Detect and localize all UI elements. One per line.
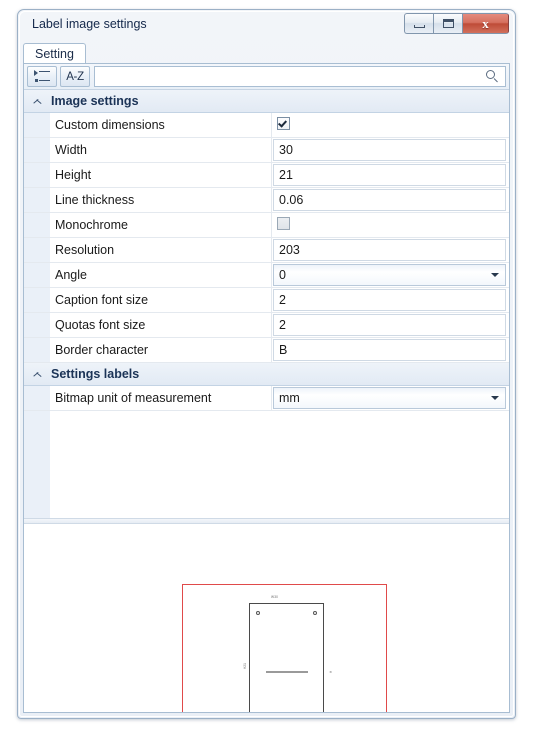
caption-font-size-input[interactable]: 2 — [273, 289, 506, 311]
monochrome-checkbox[interactable] — [277, 217, 290, 230]
property-value[interactable]: mm — [273, 387, 506, 409]
property-row-monochrome[interactable]: Monochrome — [24, 213, 509, 238]
custom-dimensions-checkbox[interactable] — [277, 117, 290, 130]
property-row-angle[interactable]: Angle 0 — [24, 263, 509, 288]
window-controls: x — [404, 13, 509, 34]
property-row-height[interactable]: Height 21 — [24, 163, 509, 188]
property-row-border-character[interactable]: Border character B — [24, 338, 509, 363]
property-value[interactable]: 2 — [273, 289, 506, 311]
row-gutter — [24, 338, 50, 362]
group-header-image-settings[interactable]: Image settings — [24, 90, 509, 113]
property-value[interactable] — [273, 214, 506, 236]
property-row-width[interactable]: Width 30 — [24, 138, 509, 163]
window-title: Label image settings — [32, 17, 147, 31]
property-value[interactable]: 2 — [273, 314, 506, 336]
preview-dimension-top: W30 — [271, 595, 279, 599]
search-input[interactable] — [99, 67, 483, 88]
search-box[interactable] — [94, 66, 506, 88]
row-gutter — [24, 313, 50, 337]
property-name: Width — [50, 138, 272, 162]
preview-hole-icon — [313, 611, 317, 615]
close-icon: x — [482, 16, 489, 31]
property-value[interactable]: 0.06 — [273, 189, 506, 211]
tab-strip: Setting — [23, 42, 510, 64]
row-gutter — [24, 138, 50, 162]
close-button[interactable]: x — [462, 13, 509, 34]
label-image-settings-window: Label image settings x Setting A-Z Image… — [17, 9, 516, 719]
client-area: A-Z Image settings Custom dimensions Wid… — [23, 63, 510, 713]
categorized-icon — [34, 70, 50, 82]
property-row-custom-dimensions[interactable]: Custom dimensions — [24, 113, 509, 138]
resolution-input[interactable]: 203 — [273, 239, 506, 261]
preview-dimension-right: H — [329, 670, 333, 673]
quotas-font-size-input[interactable]: 2 — [273, 314, 506, 336]
property-value[interactable]: B — [273, 339, 506, 361]
preview-center-line — [266, 671, 308, 673]
chevron-up-icon — [33, 99, 41, 104]
property-value[interactable] — [273, 114, 506, 136]
line-thickness-input[interactable]: 0.06 — [273, 189, 506, 211]
row-gutter — [24, 188, 50, 212]
width-input[interactable]: 30 — [273, 139, 506, 161]
property-value[interactable]: 0 — [273, 264, 506, 286]
row-gutter — [24, 213, 50, 237]
row-gutter — [24, 163, 50, 187]
tab-setting[interactable]: Setting — [23, 43, 86, 64]
property-row-resolution[interactable]: Resolution 203 — [24, 238, 509, 263]
property-value[interactable]: 203 — [273, 239, 506, 261]
row-gutter — [24, 238, 50, 262]
property-row-line-thickness[interactable]: Line thickness 0.06 — [24, 188, 509, 213]
border-character-input[interactable]: B — [273, 339, 506, 361]
preview-hole-icon — [256, 611, 260, 615]
angle-dropdown[interactable]: 0 — [273, 264, 506, 286]
property-name: Bitmap unit of measurement — [50, 386, 272, 410]
alphabetical-sort-button[interactable]: A-Z — [60, 66, 90, 87]
property-name: Quotas font size — [50, 313, 272, 337]
minimize-button[interactable] — [404, 13, 433, 34]
property-row-caption-font-size[interactable]: Caption font size 2 — [24, 288, 509, 313]
minimize-icon — [413, 24, 425, 28]
chevron-up-icon — [33, 372, 41, 377]
bitmap-unit-dropdown[interactable]: mm — [273, 387, 506, 409]
row-gutter — [24, 113, 50, 137]
title-bar[interactable]: Label image settings x — [18, 10, 515, 42]
categorized-view-button[interactable] — [27, 66, 57, 87]
property-name: Monochrome — [50, 213, 272, 237]
check-icon — [277, 118, 288, 128]
preview-label-border: W30 W1 H21 H R1 - 22-D-15 - Bonus — [182, 584, 387, 712]
property-grid: Image settings Custom dimensions Width 3… — [24, 90, 509, 518]
height-input[interactable]: 21 — [273, 164, 506, 186]
property-name: Custom dimensions — [50, 113, 272, 137]
row-gutter — [24, 386, 50, 410]
preview-dimension-left: H21 — [243, 663, 247, 669]
property-row-bitmap-unit-of-measurement[interactable]: Bitmap unit of measurement mm — [24, 386, 509, 411]
property-name: Border character — [50, 338, 272, 362]
property-name: Caption font size — [50, 288, 272, 312]
maximize-icon — [442, 19, 454, 28]
label-preview-panel[interactable]: W30 W1 H21 H R1 - 22-D-15 - Bonus — [24, 524, 509, 712]
row-gutter — [24, 288, 50, 312]
maximize-button[interactable] — [433, 13, 462, 34]
search-icon[interactable] — [486, 70, 499, 83]
property-value[interactable]: 30 — [273, 139, 506, 161]
property-name: Height — [50, 163, 272, 187]
group-label: Image settings — [51, 94, 139, 108]
group-header-settings-labels[interactable]: Settings labels — [24, 363, 509, 386]
property-name: Line thickness — [50, 188, 272, 212]
chevron-down-icon[interactable] — [491, 396, 499, 400]
property-grid-toolbar: A-Z — [24, 64, 509, 90]
row-gutter — [24, 263, 50, 287]
property-row-quotas-font-size[interactable]: Quotas font size 2 — [24, 313, 509, 338]
chevron-down-icon[interactable] — [491, 273, 499, 277]
group-label: Settings labels — [51, 367, 140, 381]
preview-drawing-rect — [249, 603, 324, 712]
property-name: Resolution — [50, 238, 272, 262]
property-value[interactable]: 21 — [273, 164, 506, 186]
property-name: Angle — [50, 263, 272, 287]
